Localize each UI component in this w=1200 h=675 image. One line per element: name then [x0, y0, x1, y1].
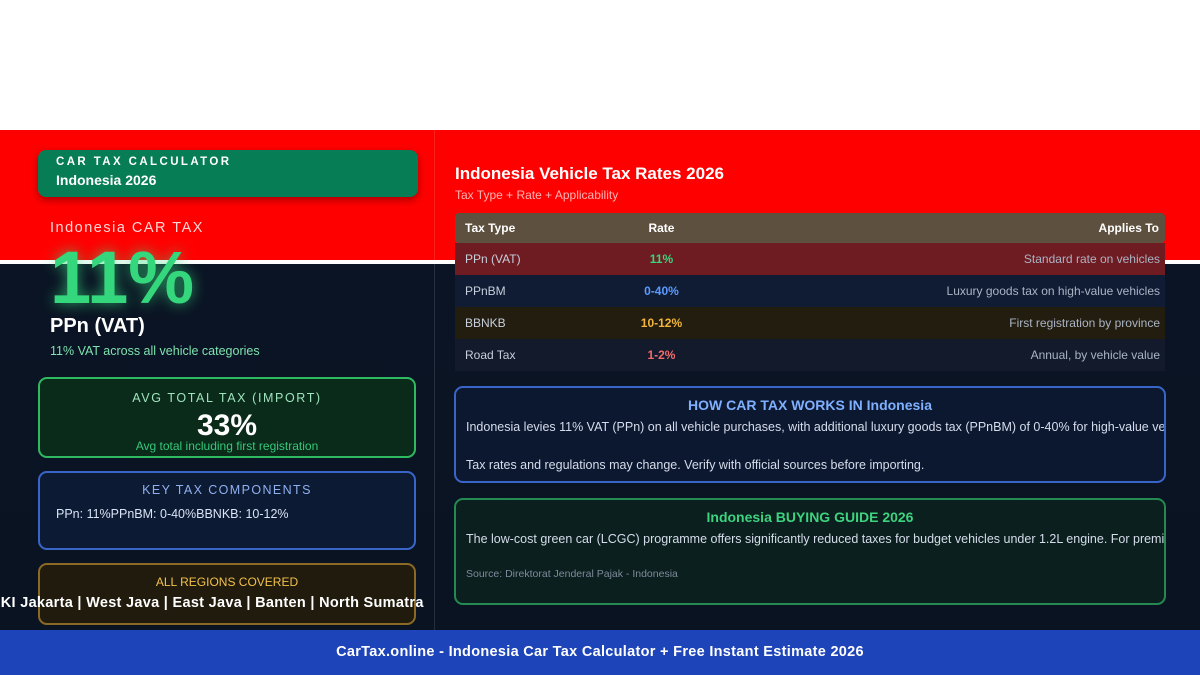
- badge-title: CAR TAX CALCULATOR: [56, 156, 232, 168]
- header-rate: Rate: [601, 213, 722, 243]
- buying-guide-title: Indonesia BUYING GUIDE 2026: [706, 509, 914, 525]
- rate-cell: 1-2%: [601, 339, 722, 371]
- buying-guide-body: The low-cost green car (LCGC) programme …: [466, 532, 1166, 546]
- applies-cell: Annual, by vehicle value: [721, 339, 1165, 371]
- hero-tax-desc: 11% VAT across all vehicle categories: [50, 344, 260, 358]
- rate-cell: 10-12%: [601, 307, 722, 339]
- avg-total-tax-card: AVG TOTAL TAX (IMPORT) 33% Avg total inc…: [38, 377, 416, 458]
- tax-type-cell: Road Tax: [455, 339, 602, 371]
- table-header-row: Tax Type Rate Applies To: [455, 213, 1165, 243]
- header-applies-to: Applies To: [721, 213, 1165, 243]
- applies-cell: Standard rate on vehicles: [721, 243, 1165, 275]
- avg-tax-label: AVG TOTAL TAX (IMPORT): [132, 391, 322, 405]
- avg-tax-desc: Avg total including first registration: [135, 439, 319, 453]
- table-row: PPn (VAT) 11% Standard rate on vehicles: [455, 243, 1165, 275]
- table-row: PPnBM 0-40% Luxury goods tax on high-val…: [455, 275, 1165, 307]
- how-it-works-note: Tax rates and regulations may change. Ve…: [466, 458, 925, 472]
- applies-cell: Luxury goods tax on high-value vehicles: [721, 275, 1165, 307]
- key-components-list: PPn: 11%PPnBM: 0-40%BBNKB: 10-12%: [56, 507, 289, 521]
- regions-label: ALL REGIONS COVERED: [155, 575, 299, 589]
- how-it-works-body: Indonesia levies 11% VAT (PPn) on all ve…: [466, 420, 1166, 434]
- column-divider: [434, 130, 435, 630]
- rate-cell: 0-40%: [601, 275, 722, 307]
- key-components-card: KEY TAX COMPONENTS PPn: 11%PPnBM: 0-40%B…: [38, 471, 416, 550]
- calculator-badge: CAR TAX CALCULATOR Indonesia 2026: [38, 150, 418, 197]
- footer-banner: CarTax.online - Indonesia Car Tax Calcul…: [0, 630, 1200, 675]
- avg-tax-value: 33%: [196, 409, 258, 442]
- how-it-works-card: HOW CAR TAX WORKS IN Indonesia Indonesia…: [454, 386, 1166, 483]
- header-tax-type: Tax Type: [455, 213, 602, 243]
- regions-card: ALL REGIONS COVERED: [38, 563, 416, 625]
- key-components-label: KEY TAX COMPONENTS: [142, 483, 312, 497]
- rates-title: Indonesia Vehicle Tax Rates 2026: [455, 164, 724, 183]
- table-row: Road Tax 1-2% Annual, by vehicle value: [455, 339, 1165, 371]
- tax-type-cell: PPn (VAT): [455, 243, 602, 275]
- buying-guide-card: Indonesia BUYING GUIDE 2026 The low-cost…: [454, 498, 1166, 605]
- tax-type-cell: BBNKB: [455, 307, 602, 339]
- table-row: BBNKB 10-12% First registration by provi…: [455, 307, 1165, 339]
- hero-rate: 11%: [50, 236, 195, 319]
- applies-cell: First registration by province: [721, 307, 1165, 339]
- hero-tax-name: PPn (VAT): [50, 315, 145, 337]
- regions-list: DKI Jakarta | West Java | East Java | Ba…: [0, 595, 424, 611]
- badge-subtitle: Indonesia 2026: [56, 172, 157, 188]
- how-it-works-title: HOW CAR TAX WORKS IN Indonesia: [688, 397, 932, 413]
- rates-subtitle: Tax Type + Rate + Applicability: [455, 188, 619, 202]
- hero-eyebrow: Indonesia CAR TAX: [50, 220, 204, 236]
- buying-guide-source: Source: Direktorat Jenderal Pajak - Indo…: [466, 568, 678, 580]
- tax-type-cell: PPnBM: [455, 275, 602, 307]
- tax-rates-table: Tax Type Rate Applies To PPn (VAT) 11% S…: [455, 213, 1165, 371]
- rate-cell: 11%: [601, 243, 722, 275]
